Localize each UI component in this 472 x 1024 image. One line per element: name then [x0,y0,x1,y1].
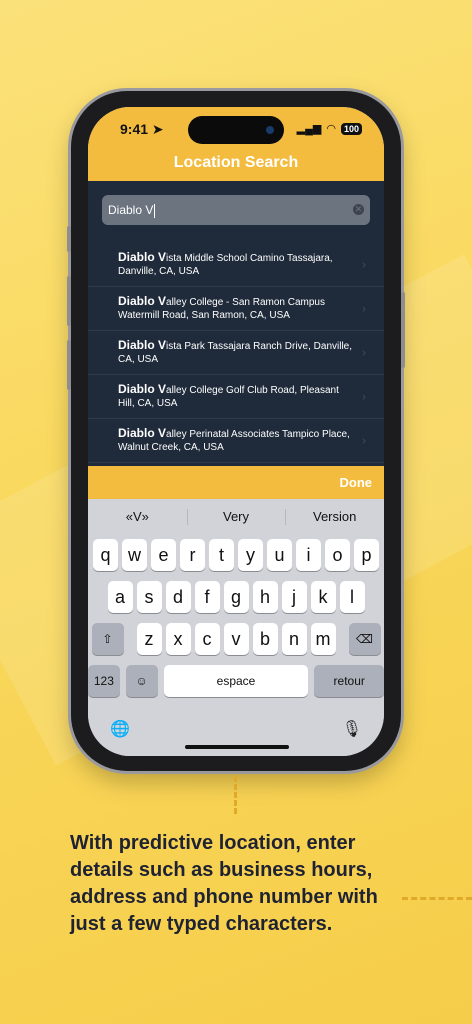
key[interactable]: y [238,539,263,571]
list-item[interactable]: Diablo Valley Perinatal Associates Tampi… [88,419,384,463]
status-bar: 9:41 ➤ ▂▄▆ ◠ 100 [88,107,384,151]
return-key[interactable]: retour [314,665,384,697]
key[interactable]: f [194,581,220,613]
key[interactable]: h [252,581,278,613]
delete-key[interactable]: ⌫ [348,623,381,655]
dashed-connector [234,776,237,814]
clear-search-icon[interactable]: ✕ [353,204,364,215]
emoji-icon: ☺ [135,674,148,688]
dashed-connector [402,897,472,900]
globe-icon[interactable]: 🌐 [110,719,130,739]
caption-text: With predictive location, enter details … [70,832,378,935]
key[interactable]: v [223,623,249,655]
key[interactable]: q [93,539,118,571]
search-input-value: Diablo V [108,203,154,217]
key[interactable]: c [194,623,220,655]
microphone-icon[interactable]: 🎙 [342,719,362,739]
search-panel: Diablo V ✕ Diablo Vista Middle School Ca… [88,181,384,466]
key-row-3: ⇧ z x c v b n m ⌫ [88,623,384,655]
key[interactable]: l [339,581,365,613]
space-key[interactable]: espace [163,665,309,697]
key[interactable]: d [165,581,191,613]
chevron-right-icon: › [362,389,366,403]
done-button[interactable]: Done [340,475,373,490]
camera-dot [266,126,274,134]
home-indicator[interactable] [185,745,289,749]
dynamic-island [188,116,284,144]
volume-up-button [67,276,71,326]
list-item[interactable]: Diablo Valley College Golf Club Road, Pl… [88,375,384,419]
keyboard-accessory-bar: Done [88,466,384,499]
wifi-icon: ◠ [326,123,336,135]
key-row-2: a s d f g h j k l [88,581,384,613]
list-item[interactable]: Diablo Vista Park Tassajara Ranch Drive,… [88,331,384,375]
match-text: Diablo V [118,382,167,396]
action-button [67,226,71,252]
keyboard: «V» Very Version q w e r t y u i o p a s… [88,499,384,756]
key[interactable]: z [136,623,162,655]
key[interactable]: p [354,539,379,571]
prediction-item[interactable]: Version [285,505,384,529]
results-list: Diablo Vista Middle School Camino Tassaj… [88,243,384,463]
key[interactable]: k [310,581,336,613]
battery-icon: 100 [340,122,362,135]
emoji-key[interactable]: ☺ [125,665,158,697]
prediction-item[interactable]: «V» [88,505,187,529]
key[interactable]: n [281,623,307,655]
volume-down-button [67,340,71,390]
power-button [401,292,405,368]
key[interactable]: u [267,539,292,571]
key[interactable]: j [281,581,307,613]
page-title: Location Search [88,151,384,181]
text-caret [154,203,156,218]
match-text: Diablo V [118,426,167,440]
chevron-right-icon: › [362,345,366,359]
prediction-bar: «V» Very Version [88,505,384,529]
shift-key[interactable]: ⇧ [91,623,124,655]
numbers-key[interactable]: 123 [88,665,120,697]
key[interactable]: a [107,581,133,613]
key[interactable]: b [252,623,278,655]
chevron-right-icon: › [362,257,366,271]
key[interactable]: o [325,539,350,571]
key[interactable]: s [136,581,162,613]
key[interactable]: m [310,623,336,655]
key-row-4: 123 ☺ espace retour [88,665,384,697]
key[interactable]: r [180,539,205,571]
shift-icon: ⇧ [102,632,113,646]
key[interactable]: e [151,539,176,571]
chevron-right-icon: › [362,301,366,315]
key[interactable]: x [165,623,191,655]
key[interactable]: g [223,581,249,613]
status-time: 9:41 ➤ [120,121,164,137]
key[interactable]: w [122,539,147,571]
prediction-item[interactable]: Very [186,505,286,529]
match-text: Diablo V [118,294,167,308]
chevron-right-icon: › [362,433,366,447]
key-row-1: q w e r t y u i o p [88,539,384,571]
status-icons: ▂▄▆ ◠ 100 [297,122,362,135]
key[interactable]: i [296,539,321,571]
match-text: Diablo V [118,250,167,264]
signal-icon: ▂▄▆ [296,123,322,135]
list-item[interactable]: Diablo Vista Middle School Camino Tassaj… [88,243,384,287]
match-text: Diablo V [118,338,167,352]
key[interactable]: t [209,539,234,571]
backspace-icon: ⌫ [356,632,373,646]
list-item[interactable]: Diablo Valley College - San Ramon Campus… [88,287,384,331]
phone-screen: 9:41 ➤ ▂▄▆ ◠ 100 Location Search Diablo … [88,107,384,756]
search-input[interactable]: Diablo V ✕ [102,195,370,225]
